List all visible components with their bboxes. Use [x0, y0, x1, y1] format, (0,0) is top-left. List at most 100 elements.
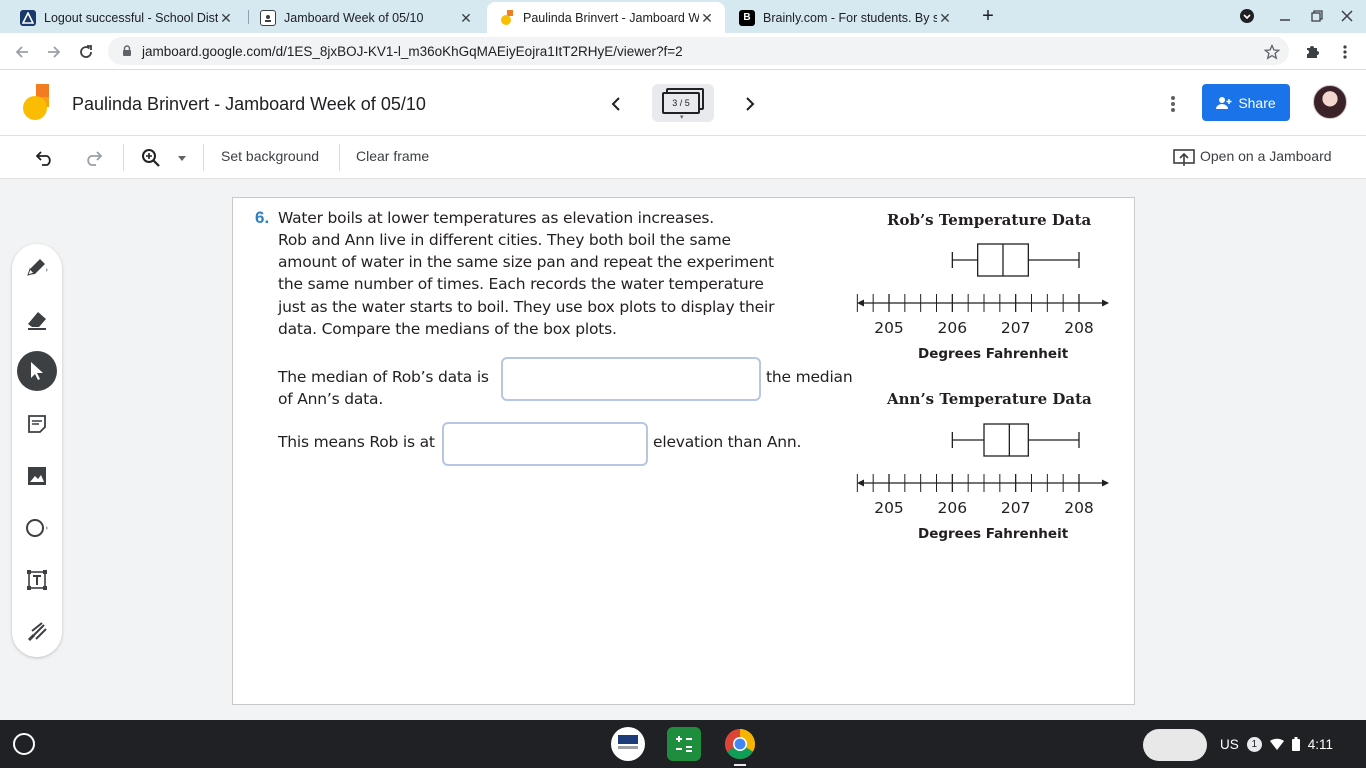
rob-chart-title: Rob’s Temperature Data — [887, 211, 1092, 229]
zoom-dropdown-chevron-icon[interactable] — [172, 146, 192, 170]
share-button[interactable]: Share — [1202, 84, 1290, 121]
launcher-icon[interactable] — [13, 733, 35, 755]
more-options-icon[interactable] — [1164, 92, 1182, 116]
close-tab-icon[interactable]: ✕ — [937, 10, 953, 26]
axis-arrow-right — [1102, 299, 1109, 307]
ann-boxplot: 205 206 207 208 — [856, 423, 1109, 516]
extensions-puzzle-icon[interactable] — [1301, 41, 1323, 63]
status-tray[interactable]: US 1 4:11 — [1220, 731, 1333, 757]
set-background-button[interactable]: Set background — [221, 148, 319, 164]
holding-space-thumbnails[interactable] — [1143, 729, 1207, 761]
frame-bar-toggle[interactable]: 3 / 5 ▾ — [652, 84, 714, 122]
tab-title: Logout successful - School Distri — [44, 10, 218, 25]
clock-time: 4:11 — [1307, 736, 1334, 752]
calculator-app-icon[interactable] — [667, 727, 701, 761]
back-arrow-icon[interactable] — [10, 40, 34, 64]
avatar[interactable] — [1313, 85, 1347, 119]
ann-chart-title: Ann’s Temperature Data — [887, 390, 1092, 408]
tab-title: Brainly.com - For students. By st — [763, 10, 937, 25]
reload-icon[interactable] — [74, 40, 98, 64]
minimize-icon[interactable] — [1276, 7, 1294, 25]
cast-to-jamboard-icon[interactable] — [1172, 146, 1196, 170]
classroom-icon — [260, 9, 276, 26]
sticky-note-icon[interactable] — [17, 404, 57, 444]
open-on-jamboard-button[interactable]: Open on a Jamboard — [1200, 148, 1332, 164]
notification-count-badge: 1 — [1246, 736, 1262, 752]
undo-icon[interactable] — [33, 146, 57, 170]
toolbar-divider — [203, 144, 204, 171]
tick-label: 206 — [938, 319, 968, 336]
select-icon[interactable] — [17, 351, 57, 391]
axis-arrow-left — [857, 299, 864, 307]
new-tab-button[interactable]: + — [977, 5, 999, 27]
jamboard-header: Paulinda Brinvert - Jamboard Week of 05/… — [0, 70, 1366, 136]
next-frame-icon[interactable] — [738, 92, 762, 116]
toolbar-divider — [339, 144, 340, 171]
rob-chart-xlabel: Degrees Fahrenheit — [918, 346, 1069, 362]
question-text-line: Water boils at lower temperatures as ele… — [278, 209, 715, 227]
forward-arrow-icon[interactable] — [42, 40, 66, 64]
browser-tab-paulinda-jamboard[interactable]: Paulinda Brinvert - Jamboard W ✕ — [487, 2, 725, 33]
add-person-icon — [1216, 96, 1232, 109]
chrome-icon[interactable] — [723, 727, 757, 761]
redo-icon[interactable] — [81, 146, 105, 170]
question-text-line: amount of water in the same size pan and… — [278, 253, 774, 271]
url-text: jamboard.google.com/d/1ES_8jxBOJ-KV1-l_m… — [142, 43, 683, 59]
tab-strip: Logout successful - School Distri ✕ Jamb… — [0, 0, 1366, 33]
lock-icon[interactable] — [120, 44, 134, 58]
tick-label: 207 — [1001, 499, 1031, 516]
axis-arrow-right — [1102, 479, 1109, 487]
jamboard-frame-canvas[interactable]: 6. Water boils at lower temperatures as … — [232, 197, 1135, 705]
brainly-icon: B — [739, 9, 755, 26]
toolbar-divider — [123, 144, 124, 171]
sentence-2-end: elevation than Ann. — [653, 433, 802, 451]
laser-icon[interactable] — [17, 612, 57, 652]
restore-icon[interactable] — [1308, 7, 1326, 25]
ann-chart-xlabel: Degrees Fahrenheit — [918, 526, 1069, 542]
iqr-box — [983, 423, 1029, 457]
question-number: 6. — [255, 208, 270, 227]
browser-menu-icon[interactable] — [1334, 41, 1356, 63]
pen-icon[interactable] — [17, 248, 57, 288]
tool-rail — [12, 244, 62, 657]
image-icon[interactable] — [17, 456, 57, 496]
question-text-line: data. Compare the medians of the box plo… — [278, 320, 617, 338]
frame-counter-label: 3 / 5 — [662, 92, 700, 114]
battery-icon — [1291, 737, 1300, 751]
browser-tab-brainly[interactable]: B Brainly.com - For students. By st ✕ — [727, 2, 963, 33]
browser-tab-jamboard-week[interactable]: Jamboard Week of 05/10 ✕ — [248, 2, 484, 33]
circle-shape-icon[interactable] — [17, 508, 57, 548]
question-text-line: the same number of times. Each records t… — [278, 275, 764, 293]
close-window-icon[interactable] — [1338, 7, 1356, 25]
close-tab-icon[interactable]: ✕ — [458, 10, 474, 26]
sentence-1-end: the median — [766, 368, 853, 386]
tick-label: 207 — [1001, 319, 1031, 336]
school-portal-icon — [20, 9, 36, 26]
pearson-techbook-icon[interactable] — [611, 727, 645, 761]
bookmark-star-icon[interactable] — [1261, 41, 1283, 63]
zoom-icon[interactable] — [139, 146, 163, 170]
eraser-icon[interactable] — [17, 300, 57, 340]
close-tab-icon[interactable]: ✕ — [699, 10, 715, 26]
median-comparison-answer-box[interactable] — [501, 357, 761, 401]
tick-label: 208 — [1064, 499, 1094, 516]
tab-search-icon[interactable] — [1238, 7, 1256, 25]
browser-toolbar: jamboard.google.com/d/1ES_8jxBOJ-KV1-l_m… — [0, 33, 1366, 70]
active-app-indicator — [734, 764, 746, 766]
close-tab-icon[interactable]: ✕ — [218, 10, 234, 26]
jamboard-icon — [499, 9, 515, 26]
jamboard-logo-icon[interactable] — [22, 84, 50, 120]
tick-label: 205 — [874, 499, 904, 516]
document-title[interactable]: Paulinda Brinvert - Jamboard Week of 05/… — [72, 94, 426, 115]
clear-frame-button[interactable]: Clear frame — [356, 148, 429, 164]
rob-boxplot: 205 206 207 208 — [856, 243, 1109, 336]
previous-frame-icon[interactable] — [604, 92, 628, 116]
tab-title: Jamboard Week of 05/10 — [284, 10, 424, 25]
address-bar[interactable]: jamboard.google.com/d/1ES_8jxBOJ-KV1-l_m… — [108, 37, 1289, 65]
share-label: Share — [1238, 94, 1276, 111]
text-box-icon[interactable] — [17, 560, 57, 600]
axis-arrow-left — [857, 479, 864, 487]
tab-title: Paulinda Brinvert - Jamboard W — [523, 10, 699, 25]
browser-tab-school-logout[interactable]: Logout successful - School Distri ✕ — [8, 2, 244, 33]
elevation-answer-box[interactable] — [442, 422, 648, 466]
